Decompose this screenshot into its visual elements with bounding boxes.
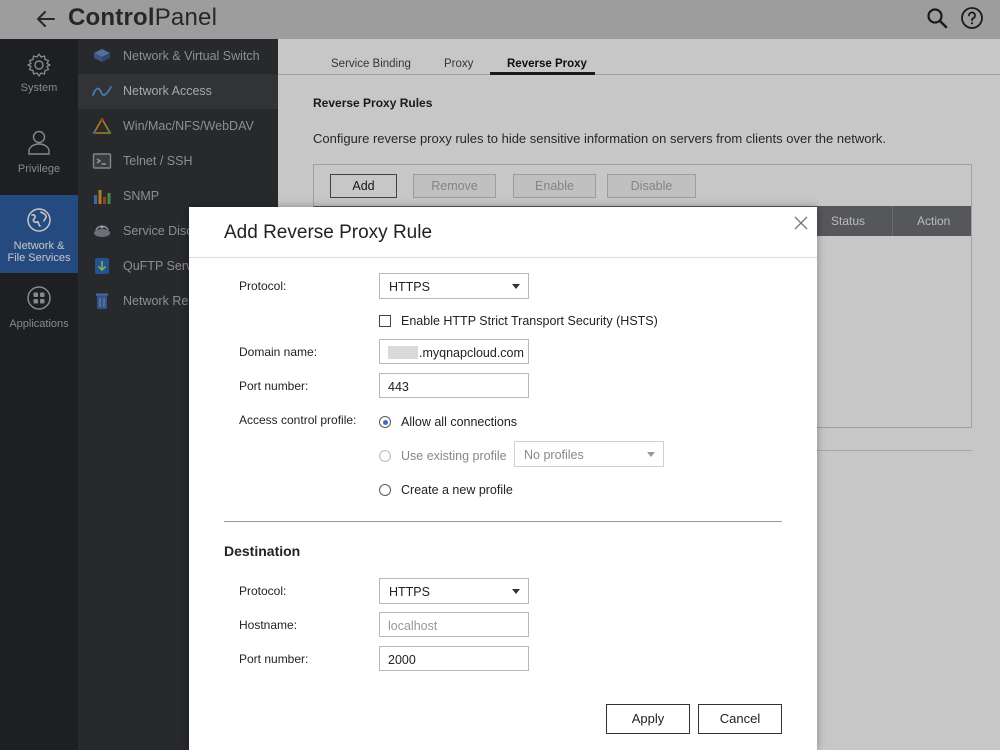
dest-port-label: Port number: xyxy=(239,652,309,666)
dest-protocol-value: HTTPS xyxy=(389,585,430,599)
use-existing-label: Use existing profile xyxy=(401,449,507,463)
dest-protocol-label: Protocol: xyxy=(239,584,287,598)
access-control-label: Access control profile: xyxy=(239,413,357,427)
domain-name-value: .myqnapcloud.com xyxy=(419,346,524,360)
dest-port-input[interactable]: 2000 xyxy=(379,646,529,671)
chevron-down-icon xyxy=(512,589,520,594)
hsts-label: Enable HTTP Strict Transport Security (H… xyxy=(401,314,658,328)
chevron-down-icon xyxy=(647,452,655,457)
apply-button[interactable]: Apply xyxy=(606,704,690,734)
destination-heading: Destination xyxy=(224,543,301,559)
existing-profile-value: No profiles xyxy=(524,448,584,462)
dialog-title: Add Reverse Proxy Rule xyxy=(224,222,433,243)
close-icon[interactable] xyxy=(793,215,809,231)
source-protocol-select[interactable]: HTTPS xyxy=(379,273,529,299)
hsts-checkbox[interactable] xyxy=(379,315,391,327)
dest-protocol-select[interactable]: HTTPS xyxy=(379,578,529,604)
hostname-input[interactable]: localhost xyxy=(379,612,529,637)
source-port-input[interactable]: 443 xyxy=(379,373,529,398)
domain-name-label: Domain name: xyxy=(239,345,318,359)
dialog-section-divider xyxy=(224,521,782,522)
chevron-down-icon xyxy=(512,284,520,289)
source-port-label: Port number: xyxy=(239,379,309,393)
dialog-title-divider xyxy=(189,257,817,258)
create-new-profile-radio[interactable] xyxy=(379,484,391,496)
domain-name-input[interactable]: .myqnapcloud.com xyxy=(379,339,529,364)
source-protocol-value: HTTPS xyxy=(389,280,430,294)
use-existing-radio[interactable] xyxy=(379,450,391,462)
allow-all-radio[interactable] xyxy=(379,416,391,428)
cancel-button[interactable]: Cancel xyxy=(698,704,782,734)
redacted-text xyxy=(388,346,418,359)
add-reverse-proxy-dialog: Add Reverse Proxy Rule Protocol: HTTPS E… xyxy=(189,207,817,750)
existing-profile-select[interactable]: No profiles xyxy=(514,441,664,467)
hostname-label: Hostname: xyxy=(239,618,298,632)
allow-all-label: Allow all connections xyxy=(401,415,518,429)
source-protocol-label: Protocol: xyxy=(239,279,287,293)
create-new-profile-label: Create a new profile xyxy=(401,483,513,497)
